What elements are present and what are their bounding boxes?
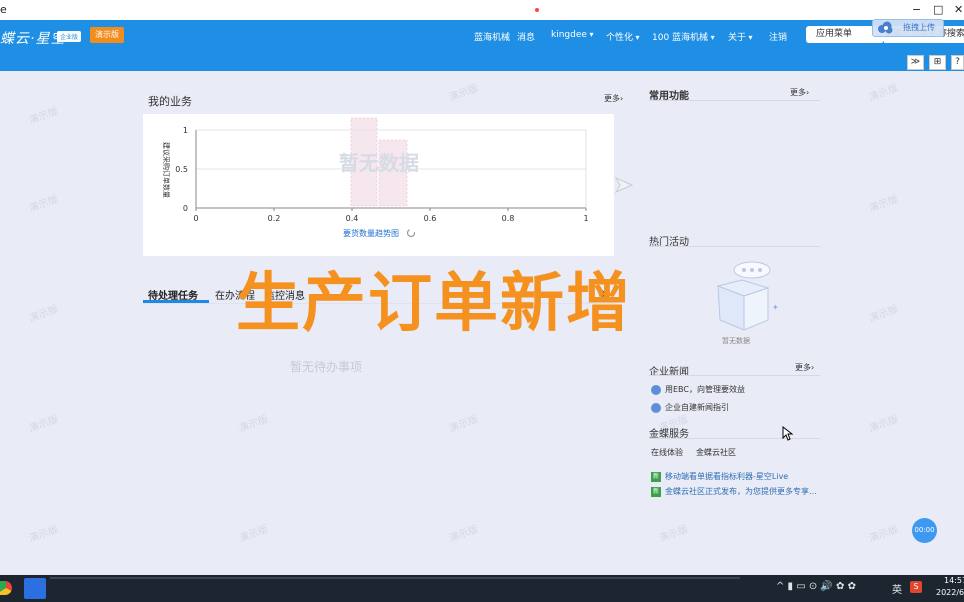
send-icon (614, 176, 634, 194)
nav-org[interactable]: 100 蓝海机械 (652, 30, 715, 43)
service-item-label: 金蝶云社区正式发布，为您提供更多专享… (665, 487, 817, 496)
watermark: 演示版 (867, 194, 900, 215)
new-badge-icon: 新 (651, 471, 661, 482)
nav-personalize[interactable]: 个性化 (606, 30, 640, 43)
service-item[interactable]: 新移动端看单据看指标利器-星空Live (651, 471, 788, 482)
news-item-label: 用EBC，向管理要效益 (665, 385, 745, 394)
nav-user-label: kingdee (551, 30, 587, 40)
watermark: 演示版 (657, 524, 690, 545)
watermark: 演示版 (867, 304, 900, 325)
kingdee-app-icon[interactable] (24, 578, 46, 599)
collapse-icon[interactable]: ≫ (907, 55, 924, 70)
common-functions-more-link[interactable]: 更多› (790, 87, 809, 98)
chart-caption: 要货数量趋势图 (343, 228, 399, 238)
clock-time[interactable]: 14:57 (944, 576, 964, 585)
watermark: 演示版 (237, 524, 270, 545)
chart-y-axis-label: 建议采购订单数量 (162, 142, 171, 198)
drag-upload-widget[interactable]: 拖拽上传 (872, 19, 944, 37)
minimize-icon[interactable]: − (912, 3, 921, 16)
enterprise-news-more-link[interactable]: 更多› (795, 362, 814, 373)
taskbar-separator (50, 577, 740, 579)
cloud-icon (878, 21, 893, 34)
x-tick-label: 0 (193, 214, 198, 223)
news-bullet-icon (651, 384, 661, 395)
nav-user[interactable]: kingdee (551, 30, 593, 40)
x-tick-label: 1 (583, 214, 588, 223)
demo-button[interactable]: 演示版 (90, 27, 124, 43)
section-divider (649, 246, 820, 247)
section-divider (649, 375, 820, 376)
sub-toolbar (0, 53, 964, 71)
watermark: 演示版 (447, 83, 480, 104)
my-business-title: 我的业务 (148, 95, 192, 108)
close-icon[interactable]: ✕ (954, 3, 963, 16)
app-menu-label: 应用菜单 (816, 29, 853, 39)
nav-about-label: 关于 (728, 33, 747, 43)
news-item[interactable]: 用EBC，向管理要效益 (651, 384, 745, 395)
y-tick-label: 1 (183, 126, 188, 135)
online-experience-link[interactable]: 在线体验 (651, 447, 683, 458)
x-tick-label: 0.6 (424, 214, 437, 223)
hot-activities-empty: 暂无数据 (722, 337, 750, 345)
help-icon[interactable]: ? (951, 55, 964, 70)
message-badge (535, 8, 539, 12)
watermark: 演示版 (27, 304, 60, 325)
nav-personalize-label: 个性化 (606, 33, 634, 43)
top-header: 蝶云·星空 企业版 演示版 蓝海机械 消息 kingdee 个性化 100 蓝海… (0, 20, 964, 53)
window-icon-glyph: e (0, 3, 7, 16)
grid-icon[interactable]: ⊞ (929, 55, 946, 70)
y-tick-label: 0 (183, 204, 188, 213)
recording-timer[interactable]: 00:00 (912, 518, 937, 543)
x-tick-label: 0.4 (346, 214, 359, 223)
empty-task-text: 暂无待办事项 (290, 360, 363, 374)
watermark: 演示版 (447, 524, 480, 545)
no-data-label: 暂无数据 (339, 151, 419, 175)
new-badge-icon: 新 (651, 486, 661, 497)
drag-upload-label: 拖拽上传 (903, 23, 935, 32)
mouse-cursor-icon (782, 426, 794, 441)
sogou-icon[interactable]: S (910, 581, 922, 593)
nav-company[interactable]: 蓝海机械 (474, 30, 510, 43)
nav-logout[interactable]: 注销 (769, 30, 787, 43)
app-logo: 蝶云·星空 (0, 31, 66, 47)
watermark: 演示版 (867, 83, 900, 104)
y-tick-label: 0.5 (175, 165, 188, 174)
news-item[interactable]: 企业自建新闻指引 (651, 402, 729, 413)
section-divider (649, 438, 820, 439)
watermark: 演示版 (27, 106, 60, 127)
business-chart-panel: 0 0.5 1 0 0.2 0.4 0.6 0.8 1 建议采购订单数量 暂无数据 要货数量趋势… (143, 114, 614, 256)
system-tray-icons[interactable]: ^ ▮ ▭ ⊙ 🔊 ✿ ✿ (776, 581, 856, 592)
clock-date[interactable]: 2022/6 (936, 588, 964, 597)
browser-strip: e − □ ✕ (0, 0, 964, 21)
trend-chart: 0 0.5 1 0 0.2 0.4 0.6 0.8 1 建议采购订单数量 暂无数据 要货数量趋势… (162, 117, 589, 238)
nav-about[interactable]: 关于 (728, 30, 753, 43)
watermark: 演示版 (867, 414, 900, 435)
x-tick-label: 0.8 (502, 214, 515, 223)
maximize-icon[interactable]: □ (933, 3, 943, 16)
ime-indicator[interactable]: 英 (892, 581, 902, 596)
watermark: 演示版 (237, 414, 270, 435)
service-item[interactable]: 新金蝶云社区正式发布，为您提供更多专享… (651, 486, 817, 497)
edition-badge: 企业版 (57, 31, 82, 42)
my-business-more-link[interactable]: 更多› (604, 93, 623, 104)
nav-messages[interactable]: 消息 (517, 30, 535, 43)
news-item-label: 企业自建新闻指引 (665, 403, 729, 412)
x-tick-label: 0.2 (268, 214, 281, 223)
empty-box-illustration: ✦ (716, 261, 778, 331)
watermark: 演示版 (867, 524, 900, 545)
section-divider (649, 100, 820, 101)
overlay-caption: 生产订单新增 (236, 267, 632, 341)
watermark: 演示版 (27, 194, 60, 215)
kingdee-community-link[interactable]: 金蝶云社区 (696, 447, 736, 458)
watermark: 演示版 (27, 414, 60, 435)
refresh-icon[interactable] (406, 228, 416, 238)
service-item-label: 移动端看单据看指标利器-星空Live (665, 472, 789, 481)
nav-org-label: 100 蓝海机械 (652, 33, 709, 43)
news-bullet-icon (651, 402, 661, 413)
svg-text:✦: ✦ (772, 303, 778, 312)
watermark: 演示版 (27, 524, 60, 545)
watermark: 演示版 (447, 414, 480, 435)
